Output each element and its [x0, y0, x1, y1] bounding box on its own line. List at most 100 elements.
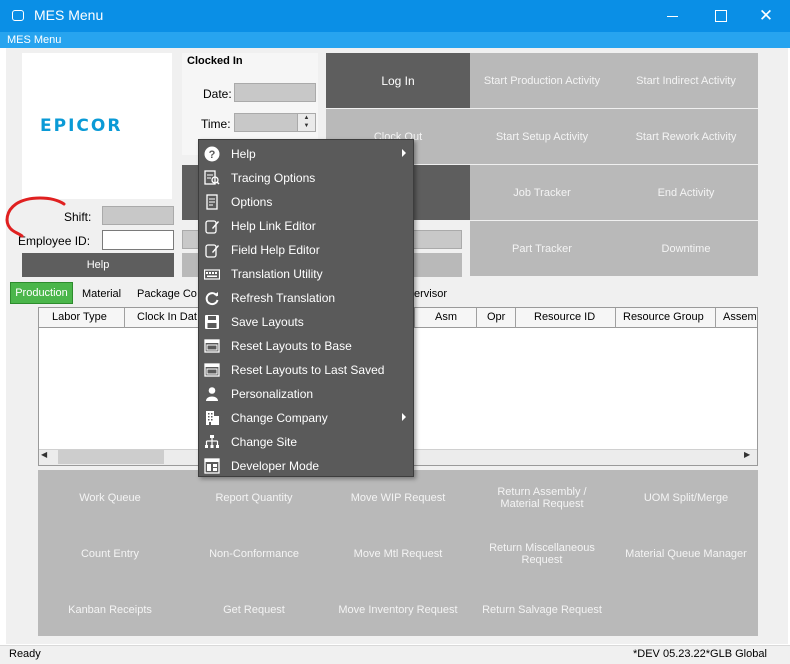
menu-item-label: Field Help Editor	[231, 243, 320, 257]
part-tracker-button[interactable]: Part Tracker	[470, 221, 614, 276]
scroll-left-icon[interactable]: ◀	[41, 450, 47, 459]
start-rework-activity-button[interactable]: Start Rework Activity	[614, 109, 758, 164]
edit-icon	[204, 242, 220, 258]
menu-caption-bar: MES Menu	[0, 32, 790, 48]
menu-item-change-site[interactable]: Change Site	[199, 430, 413, 454]
developer-icon	[204, 458, 220, 474]
menu-item-label: Change Company	[231, 411, 328, 425]
column-header-opr[interactable]: Opr	[487, 311, 505, 323]
menu-item-label: Save Layouts	[231, 315, 304, 329]
column-header-labor-type[interactable]: Labor Type	[52, 311, 107, 323]
work-queue-button[interactable]: Work Queue	[38, 470, 182, 526]
date-field	[234, 83, 316, 102]
get-request-button[interactable]: Get Request	[182, 582, 326, 638]
log-in-button[interactable]: Log In	[326, 53, 470, 108]
start-setup-activity-button[interactable]: Start Setup Activity	[470, 109, 614, 164]
move-wip-request-button[interactable]: Move WIP Request	[326, 470, 470, 526]
window-icon	[204, 338, 220, 354]
uom-split-merge-button[interactable]: UOM Split/Merge	[614, 470, 758, 526]
kanban-receipts-button[interactable]: Kanban Receipts	[38, 582, 182, 638]
move-mtl-request-button[interactable]: Move Mtl Request	[326, 526, 470, 582]
epicor-logo: EPICOR	[40, 116, 123, 136]
employee-id-input[interactable]	[102, 230, 174, 250]
menu-item-label: Tracing Options	[231, 171, 316, 185]
options-icon	[204, 194, 220, 210]
menu-item-field-help-editor[interactable]: Field Help Editor	[199, 238, 413, 262]
menu-item-label: Refresh Translation	[231, 291, 336, 305]
column-header-clock-in-date[interactable]: Clock In Dat	[137, 311, 197, 323]
count-entry-button[interactable]: Count Entry	[38, 526, 182, 582]
tab-production[interactable]: Production	[10, 282, 73, 304]
menu-item-tracing-options[interactable]: Tracing Options	[199, 166, 413, 190]
end-activity-button[interactable]: End Activity	[614, 165, 758, 220]
svg-text:?: ?	[209, 149, 216, 161]
menu-item-help-link-editor[interactable]: Help Link Editor	[199, 214, 413, 238]
column-header-resource-group[interactable]: Resource Group	[623, 311, 704, 323]
menu-item-reset-layouts-to-base[interactable]: Reset Layouts to Base	[199, 334, 413, 358]
column-divider	[515, 308, 516, 328]
menu-item-label: Help Link Editor	[231, 219, 316, 233]
column-header-resource-id[interactable]: Resource ID	[534, 311, 595, 323]
move-inventory-request-button[interactable]: Move Inventory Request	[326, 582, 470, 638]
building-icon	[204, 410, 220, 426]
menu-item-label: Change Site	[231, 435, 298, 449]
window-icon	[204, 362, 220, 378]
column-header-asm[interactable]: Asm	[435, 311, 457, 323]
tab-material[interactable]: Material	[82, 288, 121, 300]
tab-package-control[interactable]: Package Co	[137, 288, 197, 300]
non-conformance-button[interactable]: Non-Conformance	[182, 526, 326, 582]
app-window-icon	[12, 10, 24, 21]
close-button[interactable]: ✕	[743, 0, 789, 32]
column-divider	[476, 308, 477, 328]
tracing-options-icon	[204, 170, 220, 186]
scroll-right-icon[interactable]: ▶	[744, 450, 750, 459]
scrollbar-thumb[interactable]	[58, 450, 164, 464]
help-button[interactable]: Help	[22, 253, 174, 277]
menu-item-change-company[interactable]: Change Company	[199, 406, 413, 430]
menu-item-help[interactable]: ? Help	[199, 142, 413, 166]
material-queue-manager-button[interactable]: Material Queue Manager	[614, 526, 758, 582]
menu-item-reset-layouts-to-last-saved[interactable]: Reset Layouts to Last Saved	[199, 358, 413, 382]
column-divider	[124, 308, 125, 328]
return-miscellaneous-request-button[interactable]: Return Miscellaneous Request	[470, 526, 614, 582]
date-label: Date:	[203, 87, 232, 101]
menu-item-personalization[interactable]: Personalization	[199, 382, 413, 406]
save-icon	[204, 314, 220, 330]
start-indirect-activity-button[interactable]: Start Indirect Activity	[614, 53, 758, 108]
maximize-button[interactable]	[697, 0, 743, 32]
help-icon: ?	[204, 146, 220, 162]
sitemap-icon	[204, 434, 220, 450]
menu-item-translation-utility[interactable]: Translation Utility	[199, 262, 413, 286]
menu-item-save-layouts[interactable]: Save Layouts	[199, 310, 413, 334]
column-divider	[615, 308, 616, 328]
tab-supervisor[interactable]: ervisor	[414, 288, 447, 300]
menu-item-label: Developer Mode	[231, 459, 320, 473]
context-menu: ? Help Tracing Options Options Help Link Edi…	[198, 139, 414, 477]
column-divider	[414, 308, 415, 328]
minimize-button[interactable]	[650, 0, 696, 32]
menu-item-refresh-translation[interactable]: Refresh Translation	[199, 286, 413, 310]
column-header-assembly[interactable]: Assem	[723, 311, 757, 323]
environment-info: *DEV 05.23.22*GLB Global	[633, 648, 767, 660]
menu-item-label: Reset Layouts to Base	[231, 339, 352, 353]
keyboard-icon	[203, 266, 221, 282]
menu-item-label: Personalization	[231, 387, 314, 401]
time-spinner[interactable]: ▲ ▼	[297, 114, 315, 131]
report-quantity-button[interactable]: Report Quantity	[182, 470, 326, 526]
start-production-activity-button[interactable]: Start Production Activity	[470, 53, 614, 108]
edit-icon	[204, 218, 220, 234]
menu-item-options[interactable]: Options	[199, 190, 413, 214]
downtime-button[interactable]: Downtime	[614, 221, 758, 276]
menu-item-developer-mode[interactable]: Developer Mode	[199, 454, 413, 478]
return-assembly-material-request-button[interactable]: Return Assembly / Material Request	[470, 470, 614, 526]
job-tracker-button[interactable]: Job Tracker	[470, 165, 614, 220]
clocked-in-heading: Clocked In	[187, 55, 243, 67]
menu-item-label: Help	[231, 147, 256, 161]
submenu-arrow-icon	[402, 149, 406, 157]
time-label: Time:	[201, 117, 231, 131]
person-icon	[204, 386, 220, 402]
menu-item-label: Reset Layouts to Last Saved	[231, 363, 385, 377]
menu-item-label: Options	[231, 195, 273, 209]
window-title: MES Menu	[34, 7, 104, 23]
return-salvage-request-button[interactable]: Return Salvage Request	[470, 582, 614, 638]
